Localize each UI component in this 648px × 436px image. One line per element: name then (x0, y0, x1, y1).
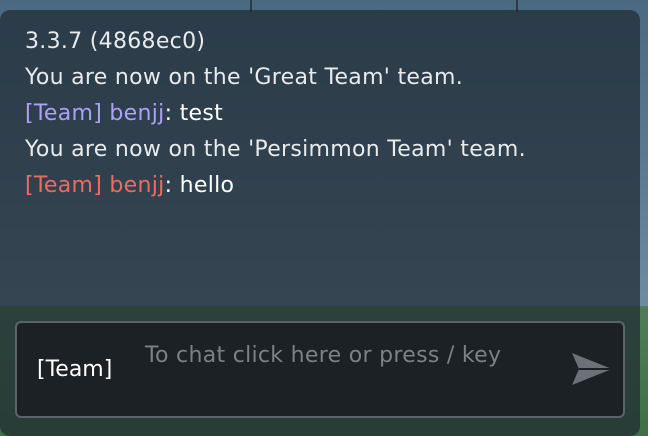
send-arrow-icon (572, 353, 612, 385)
chat-message: [Team] benjj: hello (25, 168, 630, 204)
chat-messages-list[interactable]: 3.3.7 (4868ec0) You are now on the 'Grea… (25, 24, 630, 204)
system-message: 3.3.7 (4868ec0) (25, 29, 206, 54)
message-separator: : (164, 101, 180, 126)
player-name[interactable]: benjj (109, 173, 164, 198)
message-separator: : (164, 173, 180, 198)
chat-input[interactable]: To chat click here or press / key (145, 342, 525, 370)
channel-label: [Team] (37, 357, 113, 382)
send-button[interactable] (569, 349, 615, 389)
system-message: You are now on the 'Persimmon Team' team… (25, 137, 526, 162)
team-tag: [Team] (25, 173, 103, 198)
system-message: You are now on the 'Great Team' team. (25, 65, 464, 90)
message-text: test (179, 101, 224, 126)
team-tag: [Team] (25, 101, 103, 126)
chat-window: 3.3.7 (4868ec0) You are now on the 'Grea… (0, 10, 640, 436)
chat-message: [Team] benjj: test (25, 96, 630, 132)
message-text: hello (179, 173, 235, 198)
chat-input-bar[interactable]: [Team] To chat click here or press / key (15, 321, 625, 418)
player-name[interactable]: benjj (109, 101, 164, 126)
